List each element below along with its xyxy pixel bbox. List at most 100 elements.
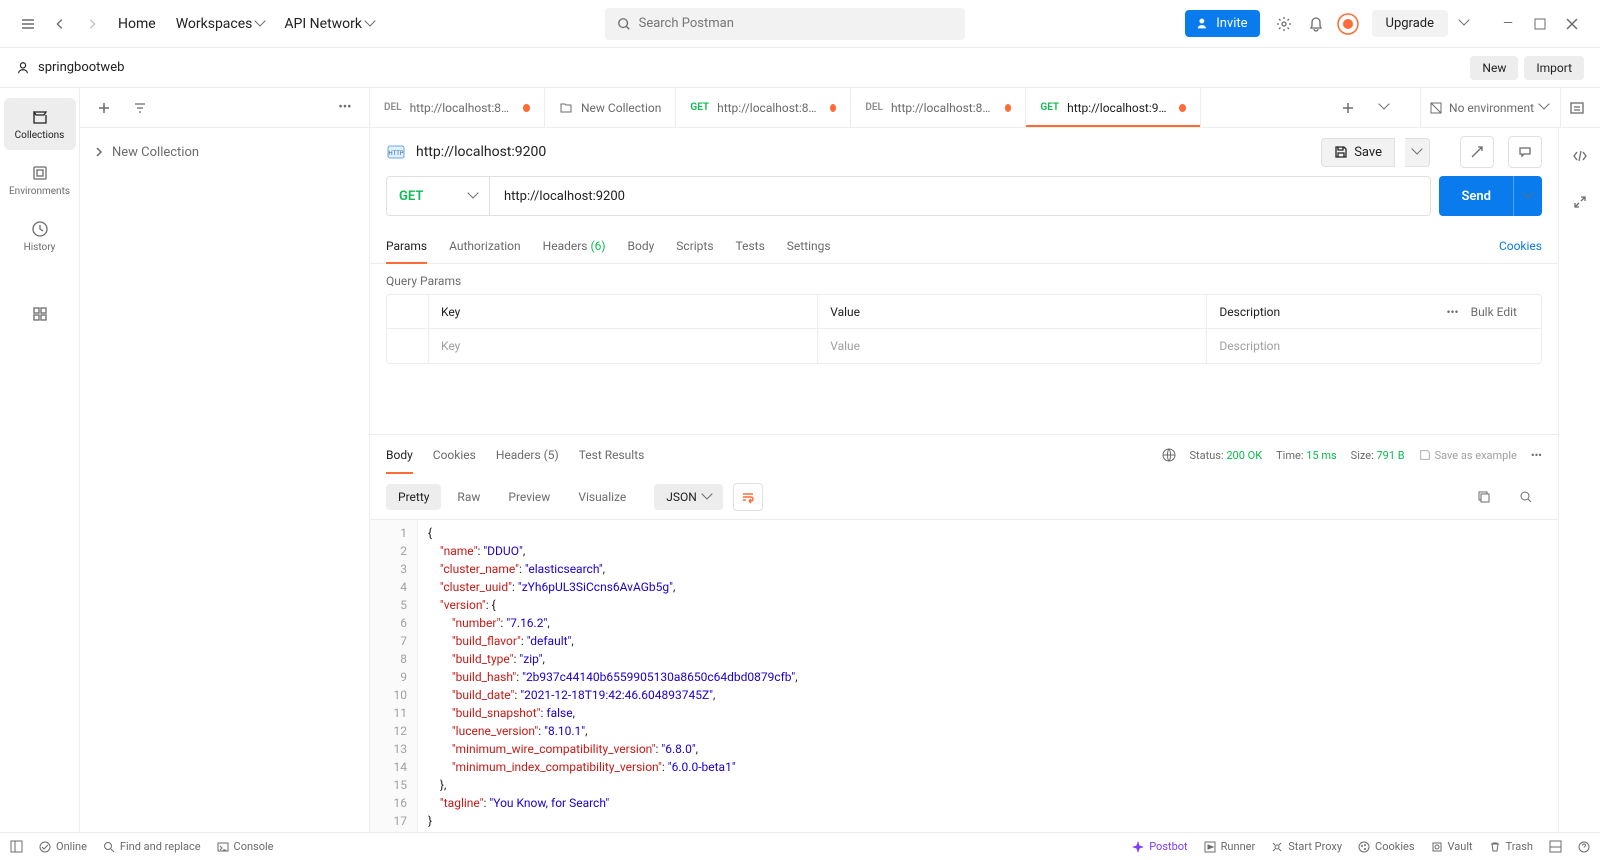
expand-icon[interactable] (1564, 186, 1596, 218)
collection-item[interactable]: New Collection (80, 136, 369, 168)
close-icon[interactable] (1556, 8, 1588, 40)
code-snippet-icon[interactable] (1564, 140, 1596, 172)
param-value-input[interactable]: Value (818, 329, 1207, 363)
status-meta: Status: 200 OK (1190, 449, 1263, 462)
rail-more[interactable] (4, 288, 76, 340)
filter-icon[interactable] (124, 92, 156, 124)
nav-workspaces[interactable]: Workspaces (166, 10, 275, 38)
search-response-icon[interactable] (1510, 481, 1542, 513)
sb-help-icon[interactable] (1578, 841, 1590, 853)
svg-text:HTTP: HTTP (388, 150, 403, 157)
env-selector[interactable]: No environment (1420, 88, 1556, 128)
request-tab[interactable]: GEThttp://localhost:8080/us (676, 88, 851, 127)
comments-icon[interactable] (1508, 136, 1542, 168)
send-dropdown[interactable] (1513, 176, 1542, 216)
resp-tab-body[interactable]: Body (386, 436, 413, 474)
col-value: Value (818, 295, 1207, 328)
sb-postbot[interactable]: Postbot (1132, 840, 1187, 853)
wrap-icon[interactable] (733, 483, 763, 511)
request-tab[interactable]: DELhttp://localhost:8080/us (851, 88, 1026, 127)
sb-proxy[interactable]: Start Proxy (1271, 840, 1342, 853)
save-icon (1334, 145, 1348, 159)
nav-api-network[interactable]: API Network (274, 10, 384, 38)
tab-params[interactable]: Params (386, 229, 427, 263)
tab-settings[interactable]: Settings (787, 229, 831, 263)
resp-more-icon[interactable]: ••• (1531, 449, 1542, 462)
bell-icon[interactable] (1300, 8, 1332, 40)
param-desc-input[interactable]: Description (1207, 329, 1541, 363)
back-icon[interactable] (44, 8, 76, 40)
maximize-icon[interactable] (1524, 8, 1556, 40)
desc-label: Description (1219, 305, 1280, 319)
param-key-input[interactable]: Key (429, 329, 818, 363)
new-button[interactable]: New (1470, 56, 1518, 80)
invite-button[interactable]: Invite (1185, 10, 1259, 37)
forward-icon[interactable] (76, 8, 108, 40)
sb-layout-icon[interactable] (1549, 840, 1562, 853)
nav-home[interactable]: Home (108, 10, 166, 38)
save-example[interactable]: Save as example (1419, 449, 1517, 462)
add-icon[interactable] (88, 92, 120, 124)
resp-tab-headers[interactable]: Headers (5) (496, 436, 559, 474)
tab-headers[interactable]: Headers (6) (543, 229, 606, 263)
avatar[interactable] (1332, 8, 1364, 40)
minimize-icon[interactable]: — (1492, 8, 1524, 40)
tab-auth[interactable]: Authorization (449, 229, 521, 263)
col-more-icon[interactable]: ••• (1446, 305, 1458, 319)
tab-label: http://localhost:9200 (1067, 101, 1171, 115)
cookies-link[interactable]: Cookies (1499, 239, 1542, 253)
view-raw[interactable]: Raw (445, 484, 492, 510)
upgrade-dropdown[interactable] (1448, 8, 1480, 40)
new-tab-icon[interactable] (1332, 92, 1364, 124)
env-quicklook-icon[interactable] (1560, 88, 1592, 128)
sb-online[interactable]: Online (39, 840, 87, 853)
settings-icon[interactable] (1268, 8, 1300, 40)
resp-tab-cookies[interactable]: Cookies (433, 436, 476, 474)
sb-vault[interactable]: Vault (1431, 840, 1473, 853)
import-button[interactable]: Import (1524, 56, 1584, 80)
tab-body[interactable]: Body (628, 229, 655, 263)
tab-method: DEL (865, 102, 883, 113)
request-tab[interactable]: GEThttp://localhost:9200 (1026, 88, 1201, 127)
sb-cookies[interactable]: Cookies (1358, 840, 1414, 853)
request-tab[interactable]: DELhttp://localhost:8080/us (370, 88, 545, 127)
view-pretty[interactable]: Pretty (386, 484, 441, 510)
collection-label: New Collection (112, 145, 199, 160)
format-label: JSON (666, 490, 697, 504)
bulk-edit-link[interactable]: Bulk Edit (1471, 305, 1517, 319)
send-button[interactable]: Send (1439, 176, 1513, 216)
request-tab[interactable]: New Collection (545, 88, 676, 127)
view-visualize[interactable]: Visualize (566, 484, 638, 510)
search-input[interactable] (639, 16, 953, 31)
api-network-label: API Network (284, 16, 362, 32)
view-preview[interactable]: Preview (496, 484, 562, 510)
share-icon[interactable] (1460, 136, 1494, 168)
sb-find[interactable]: Find and replace (103, 840, 201, 853)
search-box[interactable] (605, 8, 965, 40)
rail-history-label: History (24, 242, 56, 253)
upgrade-button[interactable]: Upgrade (1372, 10, 1448, 37)
sb-panel-icon[interactable] (10, 840, 23, 853)
env-label: No environment (1449, 101, 1534, 115)
more-icon[interactable]: ••• (329, 92, 361, 124)
workspace-name[interactable]: springbootweb (16, 60, 124, 75)
url-input[interactable]: http://localhost:9200 (490, 176, 1431, 216)
sb-console[interactable]: Console (217, 840, 274, 853)
copy-icon[interactable] (1468, 481, 1500, 513)
save-button[interactable]: Save (1321, 138, 1395, 167)
menu-icon[interactable] (12, 8, 44, 40)
query-params-label: Query Params (370, 264, 1558, 294)
tab-scripts[interactable]: Scripts (676, 229, 713, 263)
rail-environments[interactable]: Environments (4, 154, 76, 206)
sb-runner[interactable]: Runner (1204, 840, 1256, 853)
rail-history[interactable]: History (4, 210, 76, 262)
resp-tab-tests[interactable]: Test Results (579, 436, 645, 474)
method-select[interactable]: GET (386, 176, 490, 216)
format-select[interactable]: JSON (654, 484, 723, 510)
save-dropdown[interactable] (1405, 138, 1430, 167)
globe-icon[interactable] (1162, 448, 1176, 462)
tabs-dropdown-icon[interactable] (1368, 92, 1400, 124)
rail-collections[interactable]: Collections (4, 98, 76, 150)
tab-tests[interactable]: Tests (736, 229, 765, 263)
sb-trash[interactable]: Trash (1489, 840, 1533, 853)
